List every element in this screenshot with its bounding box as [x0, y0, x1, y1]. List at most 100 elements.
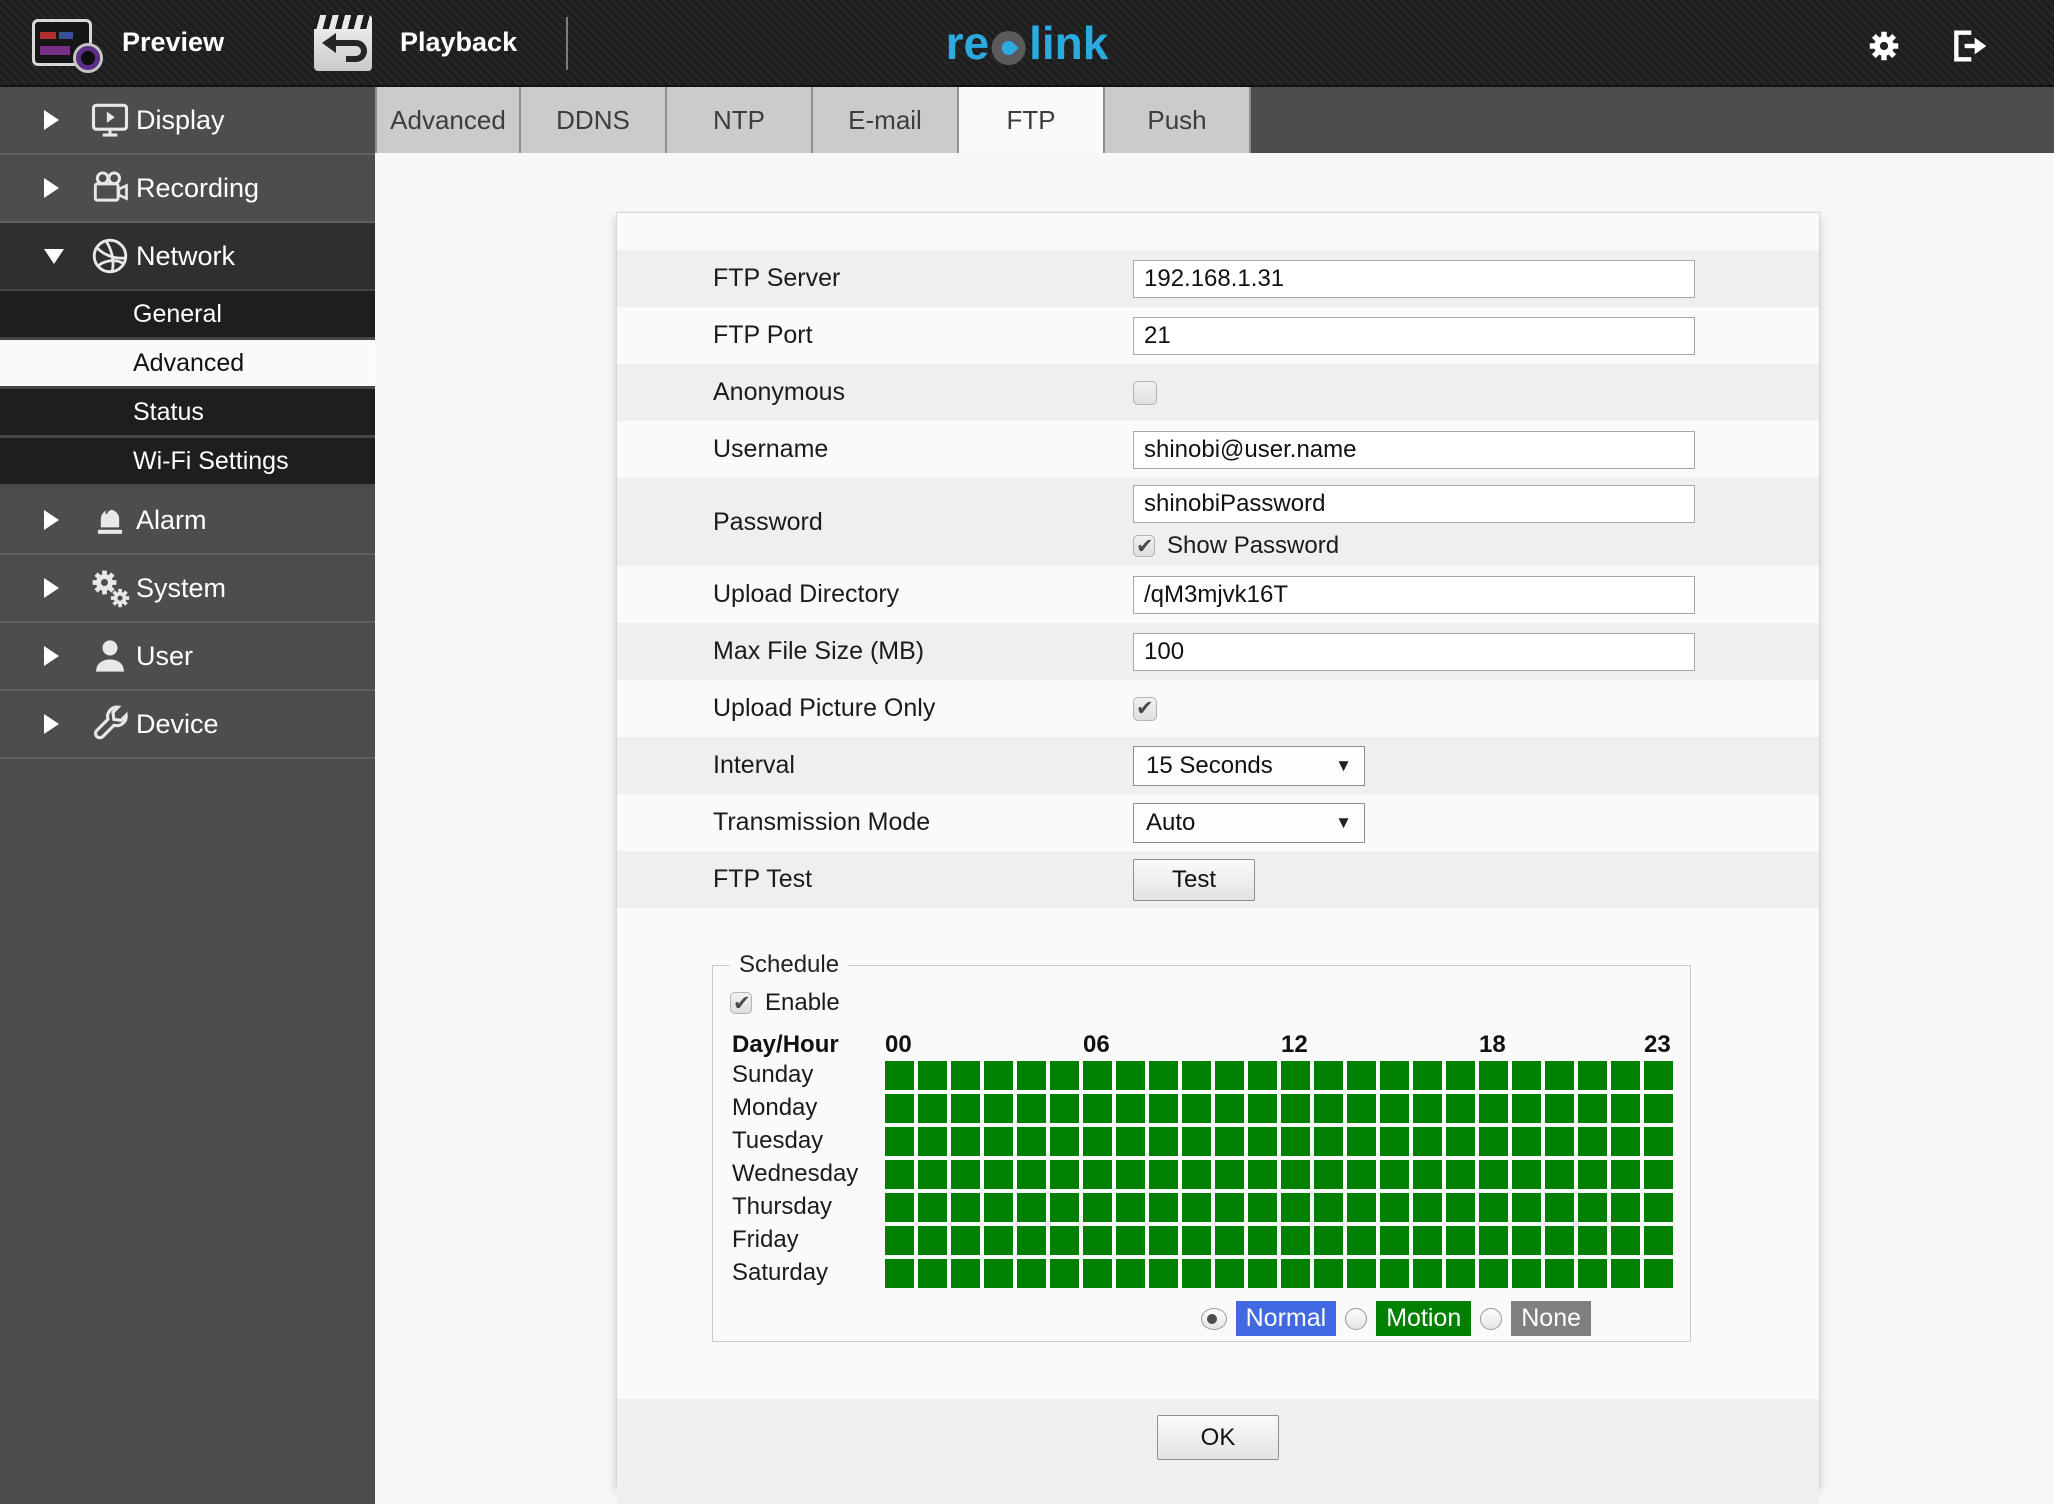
schedule-cell[interactable]	[984, 1160, 1013, 1189]
schedule-cell[interactable]	[1578, 1259, 1607, 1288]
schedule-cell[interactable]	[1149, 1094, 1178, 1123]
schedule-cell[interactable]	[918, 1094, 947, 1123]
schedule-cell[interactable]	[1545, 1160, 1574, 1189]
schedule-cell[interactable]	[1380, 1160, 1409, 1189]
schedule-cell[interactable]	[1611, 1127, 1640, 1156]
schedule-cell[interactable]	[918, 1061, 947, 1090]
schedule-cell[interactable]	[1545, 1259, 1574, 1288]
schedule-cell[interactable]	[951, 1127, 980, 1156]
schedule-cell[interactable]	[1611, 1226, 1640, 1255]
schedule-cell[interactable]	[1248, 1061, 1277, 1090]
schedule-cell[interactable]	[1578, 1160, 1607, 1189]
tab-ntp[interactable]: NTP	[667, 87, 813, 153]
schedule-cell[interactable]	[1050, 1061, 1079, 1090]
schedule-cell[interactable]	[951, 1160, 980, 1189]
password-input[interactable]	[1133, 484, 1695, 523]
schedule-cell[interactable]	[1182, 1061, 1211, 1090]
schedule-cell[interactable]	[1512, 1193, 1541, 1222]
sidebar-item-system[interactable]: System	[0, 555, 375, 623]
schedule-cell[interactable]	[1446, 1160, 1475, 1189]
ftp-test-button[interactable]: Test	[1133, 858, 1255, 901]
schedule-cell[interactable]	[1644, 1193, 1673, 1222]
schedule-cell[interactable]	[1413, 1259, 1442, 1288]
schedule-cell[interactable]	[1644, 1061, 1673, 1090]
schedule-cell[interactable]	[1413, 1094, 1442, 1123]
schedule-cell[interactable]	[1182, 1160, 1211, 1189]
schedule-cell[interactable]	[1413, 1127, 1442, 1156]
schedule-cell[interactable]	[1314, 1061, 1343, 1090]
tab-push[interactable]: Push	[1105, 87, 1251, 153]
schedule-cell[interactable]	[1380, 1061, 1409, 1090]
schedule-cell[interactable]	[918, 1259, 947, 1288]
username-input[interactable]	[1133, 430, 1695, 469]
schedule-cell[interactable]	[1083, 1127, 1112, 1156]
schedule-cell[interactable]	[885, 1094, 914, 1123]
schedule-cell[interactable]	[1116, 1226, 1145, 1255]
schedule-cell[interactable]	[1479, 1061, 1508, 1090]
schedule-cell[interactable]	[1479, 1259, 1508, 1288]
schedule-cell[interactable]	[1644, 1226, 1673, 1255]
schedule-cell[interactable]	[951, 1193, 980, 1222]
mode-radio-motion[interactable]	[1345, 1307, 1368, 1330]
schedule-cell[interactable]	[1083, 1226, 1112, 1255]
schedule-cell[interactable]	[1182, 1094, 1211, 1123]
sidebar-subitem-wi-fi-settings[interactable]: Wi-Fi Settings	[0, 438, 375, 487]
schedule-cell[interactable]	[1215, 1094, 1244, 1123]
anonymous-checkbox[interactable]	[1133, 380, 1157, 405]
tab-ddns[interactable]: DDNS	[521, 87, 667, 153]
schedule-cell[interactable]	[1413, 1061, 1442, 1090]
schedule-cell[interactable]	[1578, 1094, 1607, 1123]
sidebar-item-device[interactable]: Device	[0, 691, 375, 759]
schedule-cell[interactable]	[1512, 1226, 1541, 1255]
schedule-cell[interactable]	[1083, 1094, 1112, 1123]
schedule-cell[interactable]	[1083, 1061, 1112, 1090]
schedule-cell[interactable]	[1446, 1259, 1475, 1288]
schedule-cell[interactable]	[1248, 1193, 1277, 1222]
schedule-cell[interactable]	[1314, 1226, 1343, 1255]
sidebar-subitem-status[interactable]: Status	[0, 389, 375, 438]
schedule-cell[interactable]	[1611, 1160, 1640, 1189]
schedule-cell[interactable]	[1479, 1094, 1508, 1123]
schedule-cell[interactable]	[885, 1226, 914, 1255]
schedule-cell[interactable]	[1314, 1259, 1343, 1288]
tab-e-mail[interactable]: E-mail	[813, 87, 959, 153]
schedule-cell[interactable]	[1380, 1226, 1409, 1255]
schedule-cell[interactable]	[1545, 1226, 1574, 1255]
schedule-cell[interactable]	[885, 1160, 914, 1189]
schedule-cell[interactable]	[1248, 1094, 1277, 1123]
schedule-cell[interactable]	[1182, 1193, 1211, 1222]
schedule-cell[interactable]	[1116, 1193, 1145, 1222]
schedule-cell[interactable]	[1050, 1160, 1079, 1189]
schedule-cell[interactable]	[1512, 1127, 1541, 1156]
schedule-cell[interactable]	[1380, 1094, 1409, 1123]
schedule-cell[interactable]	[1314, 1160, 1343, 1189]
schedule-cell[interactable]	[1512, 1094, 1541, 1123]
schedule-cell[interactable]	[1017, 1259, 1046, 1288]
schedule-cell[interactable]	[1512, 1061, 1541, 1090]
schedule-cell[interactable]	[885, 1061, 914, 1090]
schedule-cell[interactable]	[885, 1193, 914, 1222]
schedule-cell[interactable]	[1578, 1127, 1607, 1156]
schedule-cell[interactable]	[1380, 1259, 1409, 1288]
sidebar-subitem-advanced[interactable]: Advanced	[0, 340, 375, 389]
schedule-cell[interactable]	[1413, 1160, 1442, 1189]
schedule-cell[interactable]	[1017, 1193, 1046, 1222]
tab-advanced[interactable]: Advanced	[375, 87, 521, 153]
schedule-cell[interactable]	[984, 1061, 1013, 1090]
schedule-cell[interactable]	[984, 1259, 1013, 1288]
transmission-mode-select[interactable]: Auto ▼	[1133, 802, 1365, 843]
schedule-cell[interactable]	[1017, 1226, 1046, 1255]
schedule-cell[interactable]	[1083, 1259, 1112, 1288]
schedule-cell[interactable]	[1446, 1193, 1475, 1222]
schedule-cell[interactable]	[1215, 1061, 1244, 1090]
playback-nav[interactable]: Playback	[314, 0, 517, 85]
schedule-cell[interactable]	[1347, 1094, 1376, 1123]
schedule-cell[interactable]	[1479, 1160, 1508, 1189]
schedule-cell[interactable]	[1545, 1127, 1574, 1156]
schedule-cell[interactable]	[1611, 1061, 1640, 1090]
schedule-cell[interactable]	[1050, 1259, 1079, 1288]
sidebar-subitem-general[interactable]: General	[0, 291, 375, 340]
schedule-cell[interactable]	[1446, 1127, 1475, 1156]
schedule-cell[interactable]	[1578, 1226, 1607, 1255]
schedule-cell[interactable]	[918, 1193, 947, 1222]
